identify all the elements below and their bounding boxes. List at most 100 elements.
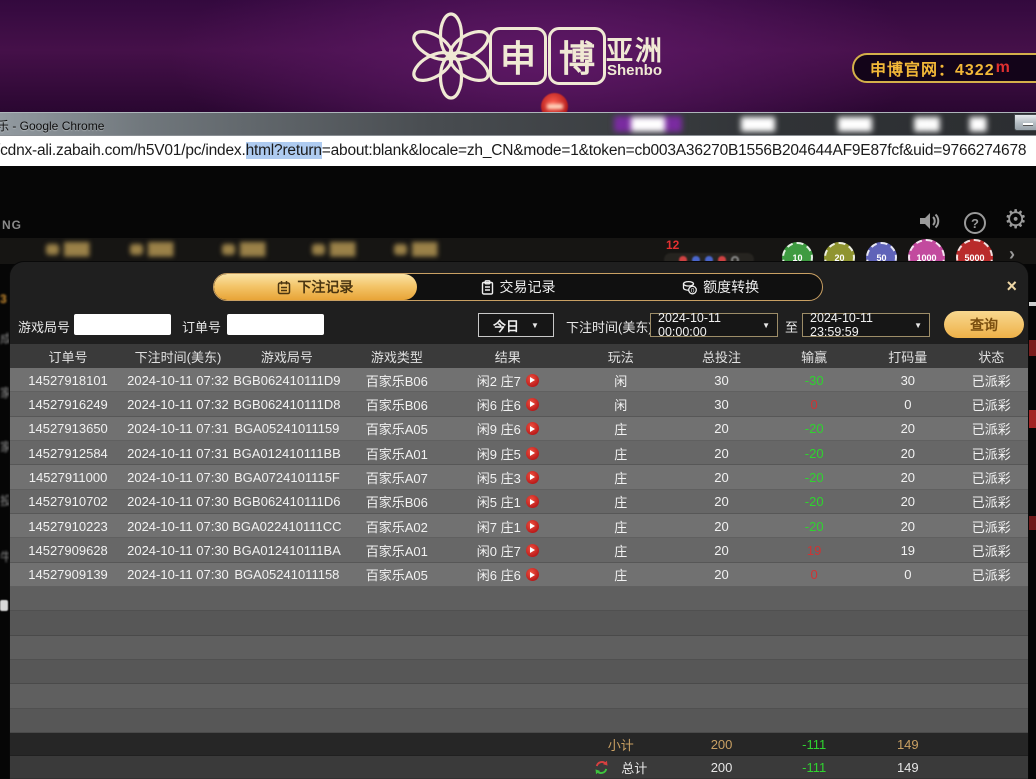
chevron-down-icon: ▼ (762, 321, 770, 330)
url-selected-text: html?return (246, 142, 322, 159)
lobby-logo-fragment: NG (2, 218, 22, 232)
result-text: 闲2 庄7 (477, 371, 521, 390)
nav-item-blurred[interactable]: ████ (727, 116, 789, 132)
url-text: /cdnx-ali.zabaih.com/h5V01/pc/index. (0, 142, 246, 159)
replay-icon[interactable] (526, 471, 539, 484)
subtotal-winloss: -111 (767, 733, 861, 756)
column-header: 下注时间(美东) (126, 344, 230, 368)
tab-label: 额度转换 (703, 277, 759, 297)
occluded-text-fragment: 牛 (0, 548, 9, 565)
replay-icon[interactable] (526, 447, 539, 460)
empty-row (10, 636, 1028, 660)
result-text: 闲9 庄5 (477, 444, 521, 463)
help-icon[interactable]: ? (964, 212, 986, 234)
result-text: 闲6 庄6 (477, 395, 521, 414)
nav-item-blurred[interactable]: ███ (905, 116, 949, 132)
volume-icon[interactable] (919, 211, 943, 231)
replay-icon[interactable] (526, 422, 539, 435)
date-from-picker[interactable]: 2024-10-11 00:00:00▼ (650, 313, 778, 337)
replay-icon[interactable] (526, 568, 539, 581)
column-header: 结果 (450, 344, 566, 368)
replay-icon[interactable] (526, 520, 539, 533)
column-header: 总投注 (676, 344, 768, 368)
date-range-value: 今日 (493, 316, 519, 335)
tab-quota-transfer[interactable]: 0 额度转换 (619, 274, 822, 300)
svg-text:0: 0 (691, 287, 695, 294)
coins-icon: 0 (682, 280, 697, 295)
records-modal: 下注记录 交易记录 0 额度转换 × (10, 262, 1028, 779)
total-turnover: 149 (861, 756, 955, 779)
occluded-right-fragment (1029, 516, 1036, 530)
nav-item-blurred[interactable]: ██ (962, 116, 994, 132)
date-range-select[interactable]: 今日 ▼ (478, 313, 554, 337)
tab-bet-records[interactable]: 下注记录 (214, 274, 417, 300)
category-icon (130, 244, 143, 255)
modal-tabs: 下注记录 交易记录 0 额度转换 (213, 273, 823, 301)
game-category-item[interactable]: ███ (46, 242, 90, 256)
column-header: 状态 (955, 344, 1028, 368)
occluded-text-fragment: 家 (0, 384, 9, 401)
refresh-swap-icon[interactable] (594, 760, 609, 775)
official-site-suffix: m (996, 59, 1011, 77)
result-text: 闲9 庄6 (477, 419, 521, 438)
category-icon (222, 244, 235, 255)
table-row: 145279102232024-10-11 07:30BGA022410111C… (10, 514, 1028, 538)
url-text-tail: =about:blank&locale=zh_CN&mode=1&token=c… (322, 142, 1027, 159)
logo-char-shen: 申 (489, 27, 547, 85)
subtotal-label: 小计 (566, 733, 676, 756)
category-icon (46, 244, 59, 255)
filter-bar: 游戏局号 订单号 今日▼ 下注时间(美东) 2024-10-11 00:00:0… (10, 309, 1028, 341)
occluded-text-fragment: 3 (0, 292, 9, 306)
occluded-left-fragment (0, 600, 8, 611)
subtotal-bet: 200 (676, 733, 768, 756)
close-icon[interactable]: × (1006, 277, 1017, 295)
replay-icon[interactable] (526, 544, 539, 557)
logo-char-bo: 博 (548, 27, 606, 85)
result-text: 闲5 庄1 (477, 492, 521, 511)
official-site-label: 申博官网：4322 (870, 56, 995, 80)
bet-time-label: 下注时间(美东) (566, 317, 653, 336)
column-header: 游戏局号 (230, 344, 344, 368)
table-row: 145279096282024-10-11 07:30BGA012410111B… (10, 538, 1028, 562)
replay-icon[interactable] (526, 495, 539, 508)
replay-icon[interactable] (526, 374, 539, 387)
chevron-down-icon: ▼ (531, 321, 539, 330)
date-from-value: 2024-10-11 00:00:00 (658, 311, 762, 339)
browser-address-bar[interactable]: /cdnx-ali.zabaih.com/h5V01/pc/index.html… (0, 135, 1036, 166)
nav-item-blurred[interactable]: ████ (823, 116, 887, 132)
lotus-logo-icon (405, 10, 497, 102)
game-category-item[interactable]: ███ (222, 242, 266, 256)
table-row: 145279110002024-10-11 07:30BGA0724101115… (10, 465, 1028, 489)
ledger-icon (277, 280, 291, 295)
empty-row (10, 587, 1028, 611)
subtotal-turnover: 149 (861, 733, 955, 756)
table-row: 145279125842024-10-11 07:31BGA012410111B… (10, 441, 1028, 465)
total-row: 总计 200 -111 149 (10, 756, 1028, 779)
occluded-text-fragment: 投 (0, 492, 9, 509)
search-button[interactable]: 查询 (944, 311, 1024, 338)
tab-label: 交易记录 (500, 277, 556, 297)
round-input[interactable] (74, 314, 171, 335)
order-input[interactable] (227, 314, 324, 335)
occluded-right-fragment (1029, 410, 1036, 428)
game-category-item[interactable]: ███ (394, 242, 438, 256)
settings-gear-icon[interactable]: ⚙ (1004, 204, 1027, 235)
empty-row (10, 660, 1028, 684)
game-category-item[interactable]: ███ (312, 242, 356, 256)
date-to-value: 2024-10-11 23:59:59 (810, 311, 914, 339)
nav-item-blurred[interactable]: ████ (614, 116, 682, 132)
browser-titlebar[interactable]: 乐 - Google Chrome █████████████████ (0, 112, 1036, 135)
occluded-text-fragment: 成 (0, 330, 9, 347)
subtotal-row: 小计 200 -111 149 (10, 733, 1028, 756)
total-bet: 200 (676, 756, 768, 779)
tab-label: 下注记录 (297, 277, 353, 297)
date-to-picker[interactable]: 2024-10-11 23:59:59▼ (802, 313, 930, 337)
official-site-banner[interactable]: 申博官网：4322m (852, 53, 1036, 83)
game-category-item[interactable]: ███ (130, 242, 174, 256)
empty-row (10, 709, 1028, 733)
replay-icon[interactable] (526, 398, 539, 411)
result-text: 闲5 庄3 (477, 468, 521, 487)
tab-transaction-records[interactable]: 交易记录 (417, 274, 620, 300)
clipboard-icon (481, 280, 494, 295)
minimize-button[interactable] (1014, 114, 1036, 131)
